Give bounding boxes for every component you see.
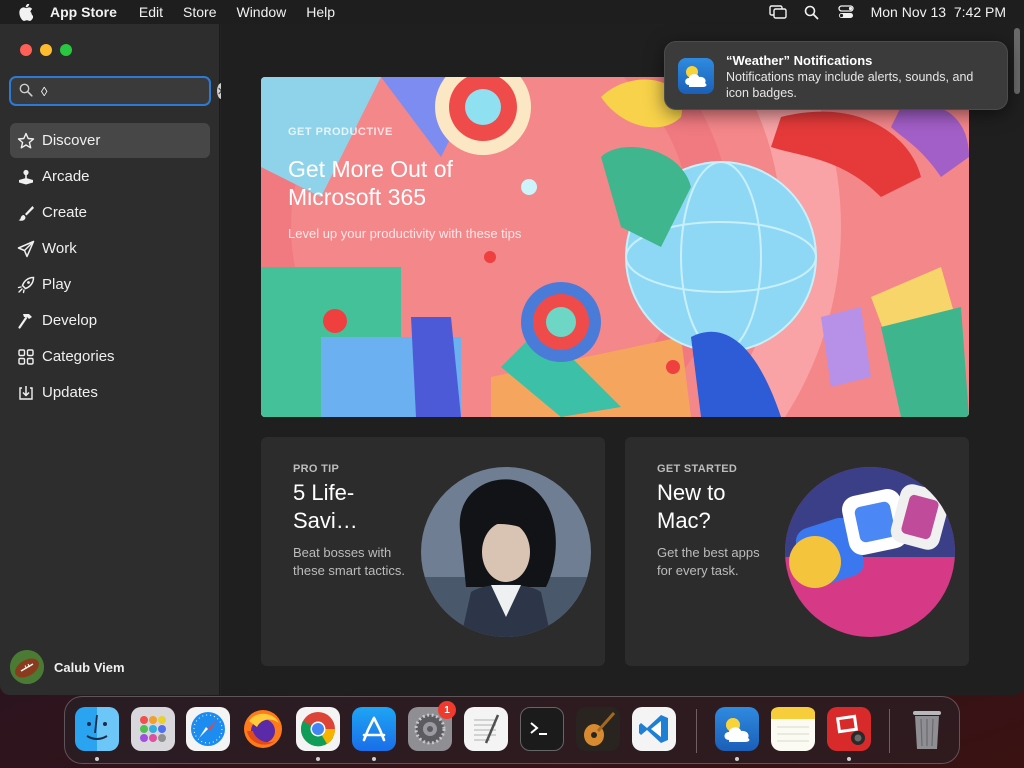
safari-icon[interactable]	[186, 707, 230, 751]
dock-running-indicator	[735, 757, 739, 761]
spotlight-search-icon[interactable]	[803, 3, 821, 21]
grid-icon	[16, 347, 36, 367]
joystick-icon	[16, 167, 36, 187]
terminal-icon[interactable]	[520, 707, 564, 751]
chrome-icon[interactable]	[296, 707, 340, 751]
story-card-get-started[interactable]: GET STARTED New to Mac? Get the best app…	[625, 437, 969, 666]
scrollbar[interactable]	[1014, 28, 1020, 94]
story-card-pro-tip[interactable]: PRO TIP 5 Life-Savi… Beat bosses with th…	[261, 437, 605, 666]
hero-subtitle: Level up your productivity with these ti…	[288, 226, 522, 241]
sidebar-item-label: Work	[42, 240, 77, 257]
card-artwork	[785, 467, 955, 637]
menu-store[interactable]: Store	[183, 4, 216, 20]
dock-separator	[889, 709, 890, 753]
main-content: GET PRODUCTIVE Get More Out of Microsoft…	[221, 24, 1024, 695]
sidebar-item-play[interactable]: Play	[10, 267, 210, 302]
notification-title: “Weather” Notifications	[726, 53, 873, 68]
menu-edit[interactable]: Edit	[139, 4, 163, 20]
sidebar: ✕ Discover Arcade Create	[0, 24, 227, 695]
garageband-icon[interactable]	[576, 707, 620, 751]
paperplane-icon	[16, 239, 36, 259]
account-button[interactable]: Calub Viem	[10, 650, 125, 684]
apple-logo-icon[interactable]	[16, 2, 36, 22]
app-store-icon[interactable]	[352, 707, 396, 751]
search-input[interactable]	[41, 83, 217, 99]
vscode-icon[interactable]	[632, 707, 676, 751]
card-title: New to Mac?	[657, 480, 726, 533]
sidebar-item-label: Categories	[42, 348, 115, 365]
sidebar-item-label: Create	[42, 204, 88, 221]
dock-running-indicator	[95, 757, 99, 761]
dock-running-indicator	[316, 757, 320, 761]
firefox-icon[interactable]	[241, 707, 285, 751]
search-icon	[19, 83, 33, 99]
dock-running-indicator	[847, 757, 851, 761]
dock-separator	[696, 709, 697, 753]
card-eyebrow: GET STARTED	[657, 463, 738, 475]
weather-icon[interactable]	[715, 707, 759, 751]
user-name: Calub Viem	[54, 659, 125, 675]
trash-icon[interactable]	[905, 707, 949, 751]
avatar	[10, 650, 44, 684]
sidebar-item-label: Updates	[42, 384, 98, 401]
screen-mirroring-icon[interactable]	[768, 3, 787, 21]
dock: 1	[64, 696, 960, 764]
photo-booth-icon[interactable]	[827, 707, 871, 751]
menu-app-store[interactable]: App Store	[50, 4, 117, 20]
sidebar-item-discover[interactable]: Discover	[10, 123, 210, 158]
menu-bar: App Store Edit Store Window Help Mon Nov…	[0, 0, 1024, 24]
notification-banner[interactable]: “Weather” Notifications Notifications ma…	[664, 41, 1008, 110]
minimize-window-button[interactable]	[40, 44, 52, 56]
launchpad-icon[interactable]	[131, 707, 175, 751]
sidebar-item-create[interactable]: Create	[10, 195, 210, 230]
finder-icon[interactable]	[75, 707, 119, 751]
sidebar-item-label: Arcade	[42, 168, 90, 185]
notes-icon[interactable]	[771, 707, 815, 751]
sidebar-item-develop[interactable]: Develop	[10, 303, 210, 338]
hammer-icon	[16, 311, 36, 331]
search-field[interactable]: ✕	[9, 76, 227, 106]
sidebar-item-label: Discover	[42, 132, 101, 149]
dock-running-indicator	[372, 757, 376, 761]
hero-eyebrow: GET PRODUCTIVE	[288, 126, 393, 138]
menu-clock[interactable]: Mon Nov 13 7:42 PM	[871, 4, 1006, 20]
card-body: Beat bosses with these smart tactics.	[293, 545, 405, 578]
card-eyebrow: PRO TIP	[293, 463, 340, 475]
app-store-window: ✕ Discover Arcade Create	[0, 24, 1024, 695]
download-icon	[16, 383, 36, 403]
notification-body: Notifications may include alerts, sounds…	[726, 70, 974, 100]
card-title: 5 Life-Savi…	[293, 480, 358, 533]
hero-title: Get More Out of Microsoft 365	[288, 156, 453, 210]
textedit-icon[interactable]	[464, 707, 508, 751]
system-settings-icon[interactable]: 1	[408, 701, 456, 751]
sidebar-item-label: Develop	[42, 312, 98, 329]
star-icon	[16, 131, 36, 151]
sidebar-item-label: Play	[42, 276, 72, 293]
weather-app-icon	[678, 58, 714, 94]
rocket-icon	[16, 275, 36, 295]
sidebar-item-updates[interactable]: Updates	[10, 375, 210, 410]
card-body: Get the best apps for every task.	[657, 545, 760, 578]
paintbrush-icon	[16, 203, 36, 223]
sidebar-item-work[interactable]: Work	[10, 231, 210, 266]
sidebar-nav: Discover Arcade Create Work Play Develop…	[10, 123, 210, 411]
notification-badge: 1	[438, 701, 456, 719]
control-center-icon[interactable]	[837, 3, 855, 21]
zoom-window-button[interactable]	[60, 44, 72, 56]
menu-window[interactable]: Window	[236, 4, 286, 20]
sidebar-item-categories[interactable]: Categories	[10, 339, 210, 374]
card-artwork	[421, 467, 591, 637]
sidebar-item-arcade[interactable]: Arcade	[10, 159, 210, 194]
hero-banner[interactable]: GET PRODUCTIVE Get More Out of Microsoft…	[261, 77, 969, 417]
menu-help[interactable]: Help	[306, 4, 335, 20]
close-window-button[interactable]	[20, 44, 32, 56]
